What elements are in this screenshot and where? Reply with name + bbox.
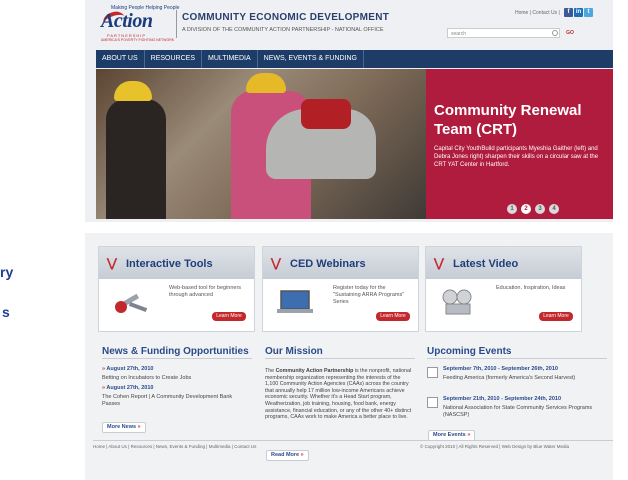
search-go-button[interactable]: GO <box>563 28 577 38</box>
chevron-down-icon: ⋁ <box>107 256 117 270</box>
main-nav: ABOUT US RESOURCES MULTIMEDIA NEWS, EVEN… <box>96 50 613 68</box>
calendar-icon <box>427 397 438 408</box>
hard-hat-icon <box>246 73 286 93</box>
saw-motor-image <box>301 99 351 129</box>
events-section-title: Upcoming Events <box>427 346 512 357</box>
slider-dot[interactable]: 3 <box>535 204 545 214</box>
feature-title[interactable]: Latest Video <box>453 258 518 270</box>
learn-more-button[interactable]: Learn More <box>212 312 246 321</box>
more-news-button[interactable]: More News » <box>102 422 146 433</box>
hero-photo <box>96 69 426 219</box>
learn-more-button[interactable]: Learn More <box>539 312 573 321</box>
news-date: » August 27th, 2010 <box>102 366 154 372</box>
nav-item-multimedia[interactable]: MULTIMEDIA <box>202 50 258 68</box>
news-link[interactable]: Betting on Incubators to Create Jobs <box>102 375 242 382</box>
logo-tagline-bottom: AMERICA'S POVERTY FIGHTING NETWORK <box>101 38 175 42</box>
facebook-icon[interactable]: f <box>564 8 573 17</box>
slider-dot-active[interactable]: 2 <box>521 204 531 214</box>
feature-header: ⋁ Interactive Tools <box>99 247 254 279</box>
feature-latest-video: ⋁ Latest Video Education, Inspiration, I… <box>425 246 582 332</box>
section-divider <box>427 358 607 359</box>
linkedin-icon[interactable]: in <box>574 8 583 17</box>
logo-name: Action <box>101 10 153 32</box>
slider-dot[interactable]: 1 <box>507 204 517 214</box>
news-link[interactable]: The Cohen Report | A Community Developme… <box>102 394 242 408</box>
left-text-fragment: ry <box>0 264 14 280</box>
nav-item-resources[interactable]: RESOURCES <box>145 50 202 68</box>
nav-item-news-events[interactable]: NEWS, EVENTS & FUNDING <box>258 50 364 68</box>
feature-header: ⋁ Latest Video <box>426 247 581 279</box>
hero-caption-panel: Community Renewal Team (CRT) Capital Cit… <box>426 69 613 219</box>
footer-links[interactable]: Home | About Us | Resources | News, Even… <box>93 444 256 449</box>
news-date: » August 27th, 2010 <box>102 385 154 391</box>
mission-section-title: Our Mission <box>265 346 323 357</box>
hero-title: Community Renewal Team (CRT) <box>434 102 582 138</box>
slider-dots: 1 2 3 4 <box>507 204 559 214</box>
read-more-button[interactable]: Read More » <box>266 450 309 461</box>
hero-person-left <box>106 99 166 219</box>
section-divider <box>102 358 252 359</box>
site-title: COMMUNITY ECONOMIC DEVELOPMENT <box>182 12 390 23</box>
hero-slider: Community Renewal Team (CRT) Capital Cit… <box>96 69 613 219</box>
event-link[interactable]: Feeding America (formerly America's Seco… <box>443 375 608 382</box>
event-link[interactable]: National Association for State Community… <box>443 405 608 419</box>
feature-text: Register today for the "Sustaining ARRA … <box>333 285 405 305</box>
header-divider <box>176 10 177 38</box>
left-text-fragment: s <box>2 304 10 320</box>
hero-caption: Capital City YouthBuild participants Mye… <box>434 146 599 168</box>
site-subtitle: A DIVISION OF THE COMMUNITY ACTION PARTN… <box>182 27 384 33</box>
section-divider <box>265 358 415 359</box>
event-date: September 7th, 2010 - September 26th, 20… <box>443 366 558 372</box>
news-section-title: News & Funding Opportunities <box>102 346 249 357</box>
event-date: September 21th, 2010 - September 24th, 2… <box>443 396 561 402</box>
feature-title[interactable]: Interactive Tools <box>126 258 213 270</box>
nav-item-about[interactable]: ABOUT US <box>96 50 145 68</box>
site-logo[interactable]: Making People Helping People Action PART… <box>101 5 179 42</box>
slider-dot[interactable]: 4 <box>549 204 559 214</box>
hard-hat-icon <box>114 81 152 101</box>
feature-ced-webinars: ⋁ CED Webinars Register today for the "S… <box>262 246 419 332</box>
feature-header: ⋁ CED Webinars <box>263 247 418 279</box>
learn-more-button[interactable]: Learn More <box>376 312 410 321</box>
twitter-icon[interactable]: t <box>584 8 593 17</box>
footer-copyright: © Copyright 2010 | All Rights Reserved |… <box>420 444 569 449</box>
feature-title[interactable]: CED Webinars <box>290 258 366 270</box>
top-links[interactable]: Home | Contact Us | <box>515 10 560 16</box>
chevron-down-icon: ⋁ <box>434 256 444 270</box>
feature-text: Web-based tool for beginners through adv… <box>169 285 242 298</box>
calendar-icon <box>427 367 438 378</box>
search-icon[interactable] <box>552 30 558 36</box>
feature-text: Education, Inspiration, Ideas <box>496 285 566 291</box>
chevron-down-icon: ⋁ <box>271 256 281 270</box>
search-input[interactable]: search <box>447 28 560 38</box>
mission-text: The Community Action Partnership is the … <box>265 368 412 421</box>
feature-interactive-tools: ⋁ Interactive Tools Web-based tool for b… <box>98 246 255 332</box>
tools-icon <box>115 293 148 313</box>
footer-divider <box>93 440 613 441</box>
laptop-icon <box>277 290 313 313</box>
video-camera-icon <box>442 289 472 315</box>
